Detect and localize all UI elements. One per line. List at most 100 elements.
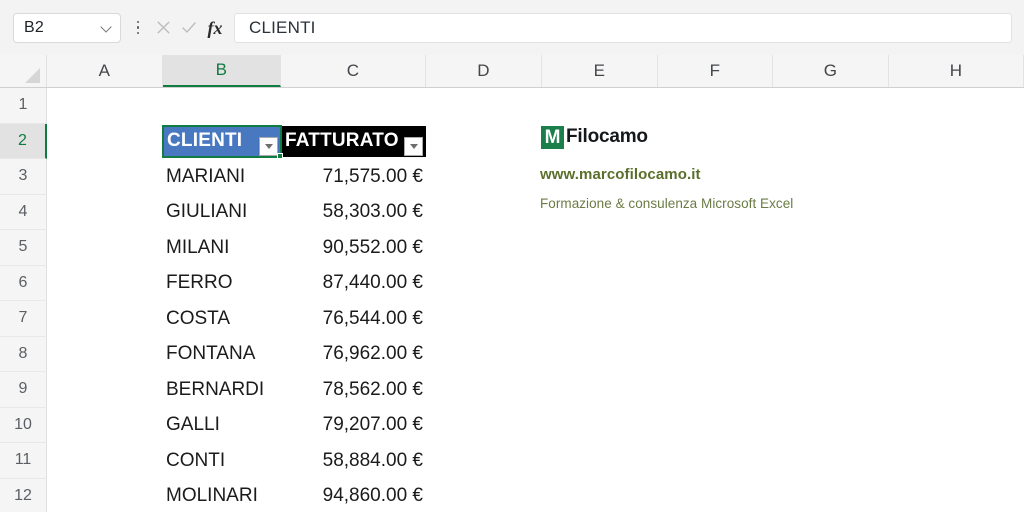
cell-value: 58,884.00 €: [322, 449, 423, 471]
cell-c12[interactable]: 94,860.00 €: [281, 479, 426, 512]
cell-value: 78,562.00 €: [322, 378, 423, 400]
column-header-c[interactable]: C: [281, 55, 426, 87]
grid-surface[interactable]: CLIENTI FATTURATO MARIANI 71,575.00 € GIULIA…: [47, 88, 1024, 512]
column-header-f[interactable]: F: [658, 55, 773, 87]
row-header-label: 7: [18, 309, 28, 327]
cell-b11[interactable]: CONTI: [163, 443, 281, 479]
filter-dropdown-icon-b[interactable]: [259, 137, 278, 156]
cell-b5[interactable]: MILANI: [163, 230, 281, 266]
cell-value: GIULIANI: [166, 201, 248, 223]
table-header-label: CLIENTI: [167, 130, 243, 152]
cell-c3[interactable]: 71,575.00 €: [281, 159, 426, 195]
cell-value: GALLI: [166, 414, 220, 436]
row-header-label: 6: [18, 273, 28, 291]
name-box[interactable]: B2: [13, 12, 121, 43]
cell-c9[interactable]: 78,562.00 €: [281, 372, 426, 408]
row-header-label: 2: [18, 131, 27, 149]
column-header-label: C: [346, 61, 360, 80]
chevron-down-icon[interactable]: [101, 22, 112, 33]
row-header-1[interactable]: 1: [0, 88, 47, 124]
cell-b8[interactable]: FONTANA: [163, 337, 281, 373]
row-header-label: 5: [18, 238, 28, 256]
cell-value: BERNARDI: [166, 378, 265, 400]
cell-b4[interactable]: GIULIANI: [163, 195, 281, 231]
formula-bar: B2 fx CLIENTI: [0, 0, 1024, 55]
cell-value: 76,544.00 €: [322, 307, 423, 329]
cell-value: 76,962.00 €: [322, 343, 423, 365]
cell-value: MOLINARI: [166, 485, 258, 507]
brand-logo: M Filocamo: [540, 124, 793, 150]
column-header-label: F: [709, 61, 721, 80]
row-header-2[interactable]: 2: [0, 123, 47, 159]
cell-value: MARIANI: [166, 165, 246, 187]
cell-value: FONTANA: [166, 343, 256, 365]
name-box-value: B2: [24, 18, 44, 36]
row-header-12[interactable]: 12: [0, 478, 47, 512]
brand-name: Filocamo: [566, 126, 648, 147]
column-header-label: B: [215, 60, 228, 79]
cell-value: 87,440.00 €: [322, 272, 423, 294]
cell-value: CONTI: [166, 449, 226, 471]
brand-tagline: Formazione & consulenza Microsoft Excel: [540, 196, 794, 211]
column-header-h[interactable]: H: [889, 55, 1024, 87]
row-header-9[interactable]: 9: [0, 372, 47, 408]
row-header-7[interactable]: 7: [0, 301, 47, 337]
filocamo-m-icon: M: [540, 124, 565, 150]
row-header-label: 1: [18, 96, 28, 114]
cell-c4[interactable]: 58,303.00 €: [281, 195, 426, 231]
formula-input[interactable]: CLIENTI: [234, 12, 1012, 43]
column-header-e[interactable]: E: [542, 55, 658, 87]
cell-c10[interactable]: 79,207.00 €: [281, 408, 426, 444]
brand-block: M Filocamo www.marcofilocamo.it Formazio…: [540, 124, 793, 211]
row-header-5[interactable]: 5: [0, 230, 47, 266]
enter-check-icon[interactable]: [176, 14, 202, 42]
brand-url[interactable]: www.marcofilocamo.it: [540, 166, 793, 183]
formula-bar-tools: fx: [127, 13, 228, 43]
cell-value: MILANI: [166, 236, 230, 258]
cell-value: 90,552.00 €: [322, 236, 423, 258]
column-header-b[interactable]: B: [163, 55, 281, 87]
row-header-label: 11: [14, 451, 32, 469]
brand-mark-letter: M: [544, 126, 561, 148]
cell-value: 71,575.00 €: [322, 165, 423, 187]
cell-b12[interactable]: MOLINARI: [163, 479, 281, 512]
kebab-menu-icon[interactable]: [129, 15, 147, 41]
cell-value: 58,303.00 €: [322, 201, 423, 223]
cell-b6[interactable]: FERRO: [163, 266, 281, 302]
cell-b3[interactable]: MARIANI: [163, 159, 281, 195]
column-header-label: G: [823, 61, 838, 80]
cell-c11[interactable]: 58,884.00 €: [281, 443, 426, 479]
row-header-6[interactable]: 6: [0, 265, 47, 301]
row-header-label: 9: [18, 380, 28, 398]
column-header-a[interactable]: A: [47, 55, 163, 87]
cell-c5[interactable]: 90,552.00 €: [281, 230, 426, 266]
column-header-label: D: [477, 61, 490, 80]
excel-window: B2 fx CLIENTI A B C D E F G H 1 2 3 4 5 6 7 8 9…: [0, 0, 1024, 512]
cancel-x-icon[interactable]: [150, 14, 176, 42]
row-header-label: 4: [18, 202, 28, 220]
column-header-label: A: [98, 61, 111, 80]
select-all-corner-icon[interactable]: [0, 55, 47, 87]
row-header-11[interactable]: 11: [0, 443, 47, 479]
column-header-row: A B C D E F G H: [0, 55, 1024, 88]
cell-b10[interactable]: GALLI: [163, 408, 281, 444]
row-header-3[interactable]: 3: [0, 159, 47, 195]
column-header-label: H: [949, 61, 963, 80]
cell-value: 94,860.00 €: [322, 485, 423, 507]
cell-value: 79,207.00 €: [322, 414, 423, 436]
row-header-10[interactable]: 10: [0, 407, 47, 443]
cell-c7[interactable]: 76,544.00 €: [281, 301, 426, 337]
filter-dropdown-icon-c[interactable]: [404, 137, 423, 156]
column-header-g[interactable]: G: [773, 55, 889, 87]
row-header-8[interactable]: 8: [0, 336, 47, 372]
insert-function-icon[interactable]: fx: [202, 14, 228, 42]
cell-b9[interactable]: BERNARDI: [163, 372, 281, 408]
cell-value: FERRO: [166, 272, 233, 294]
cell-c8[interactable]: 76,962.00 €: [281, 337, 426, 373]
row-header-4[interactable]: 4: [0, 194, 47, 230]
formula-input-value: CLIENTI: [249, 17, 316, 37]
cell-b7[interactable]: COSTA: [163, 301, 281, 337]
column-header-d[interactable]: D: [426, 55, 542, 87]
cell-c6[interactable]: 87,440.00 €: [281, 266, 426, 302]
row-header-label: 3: [18, 167, 28, 185]
